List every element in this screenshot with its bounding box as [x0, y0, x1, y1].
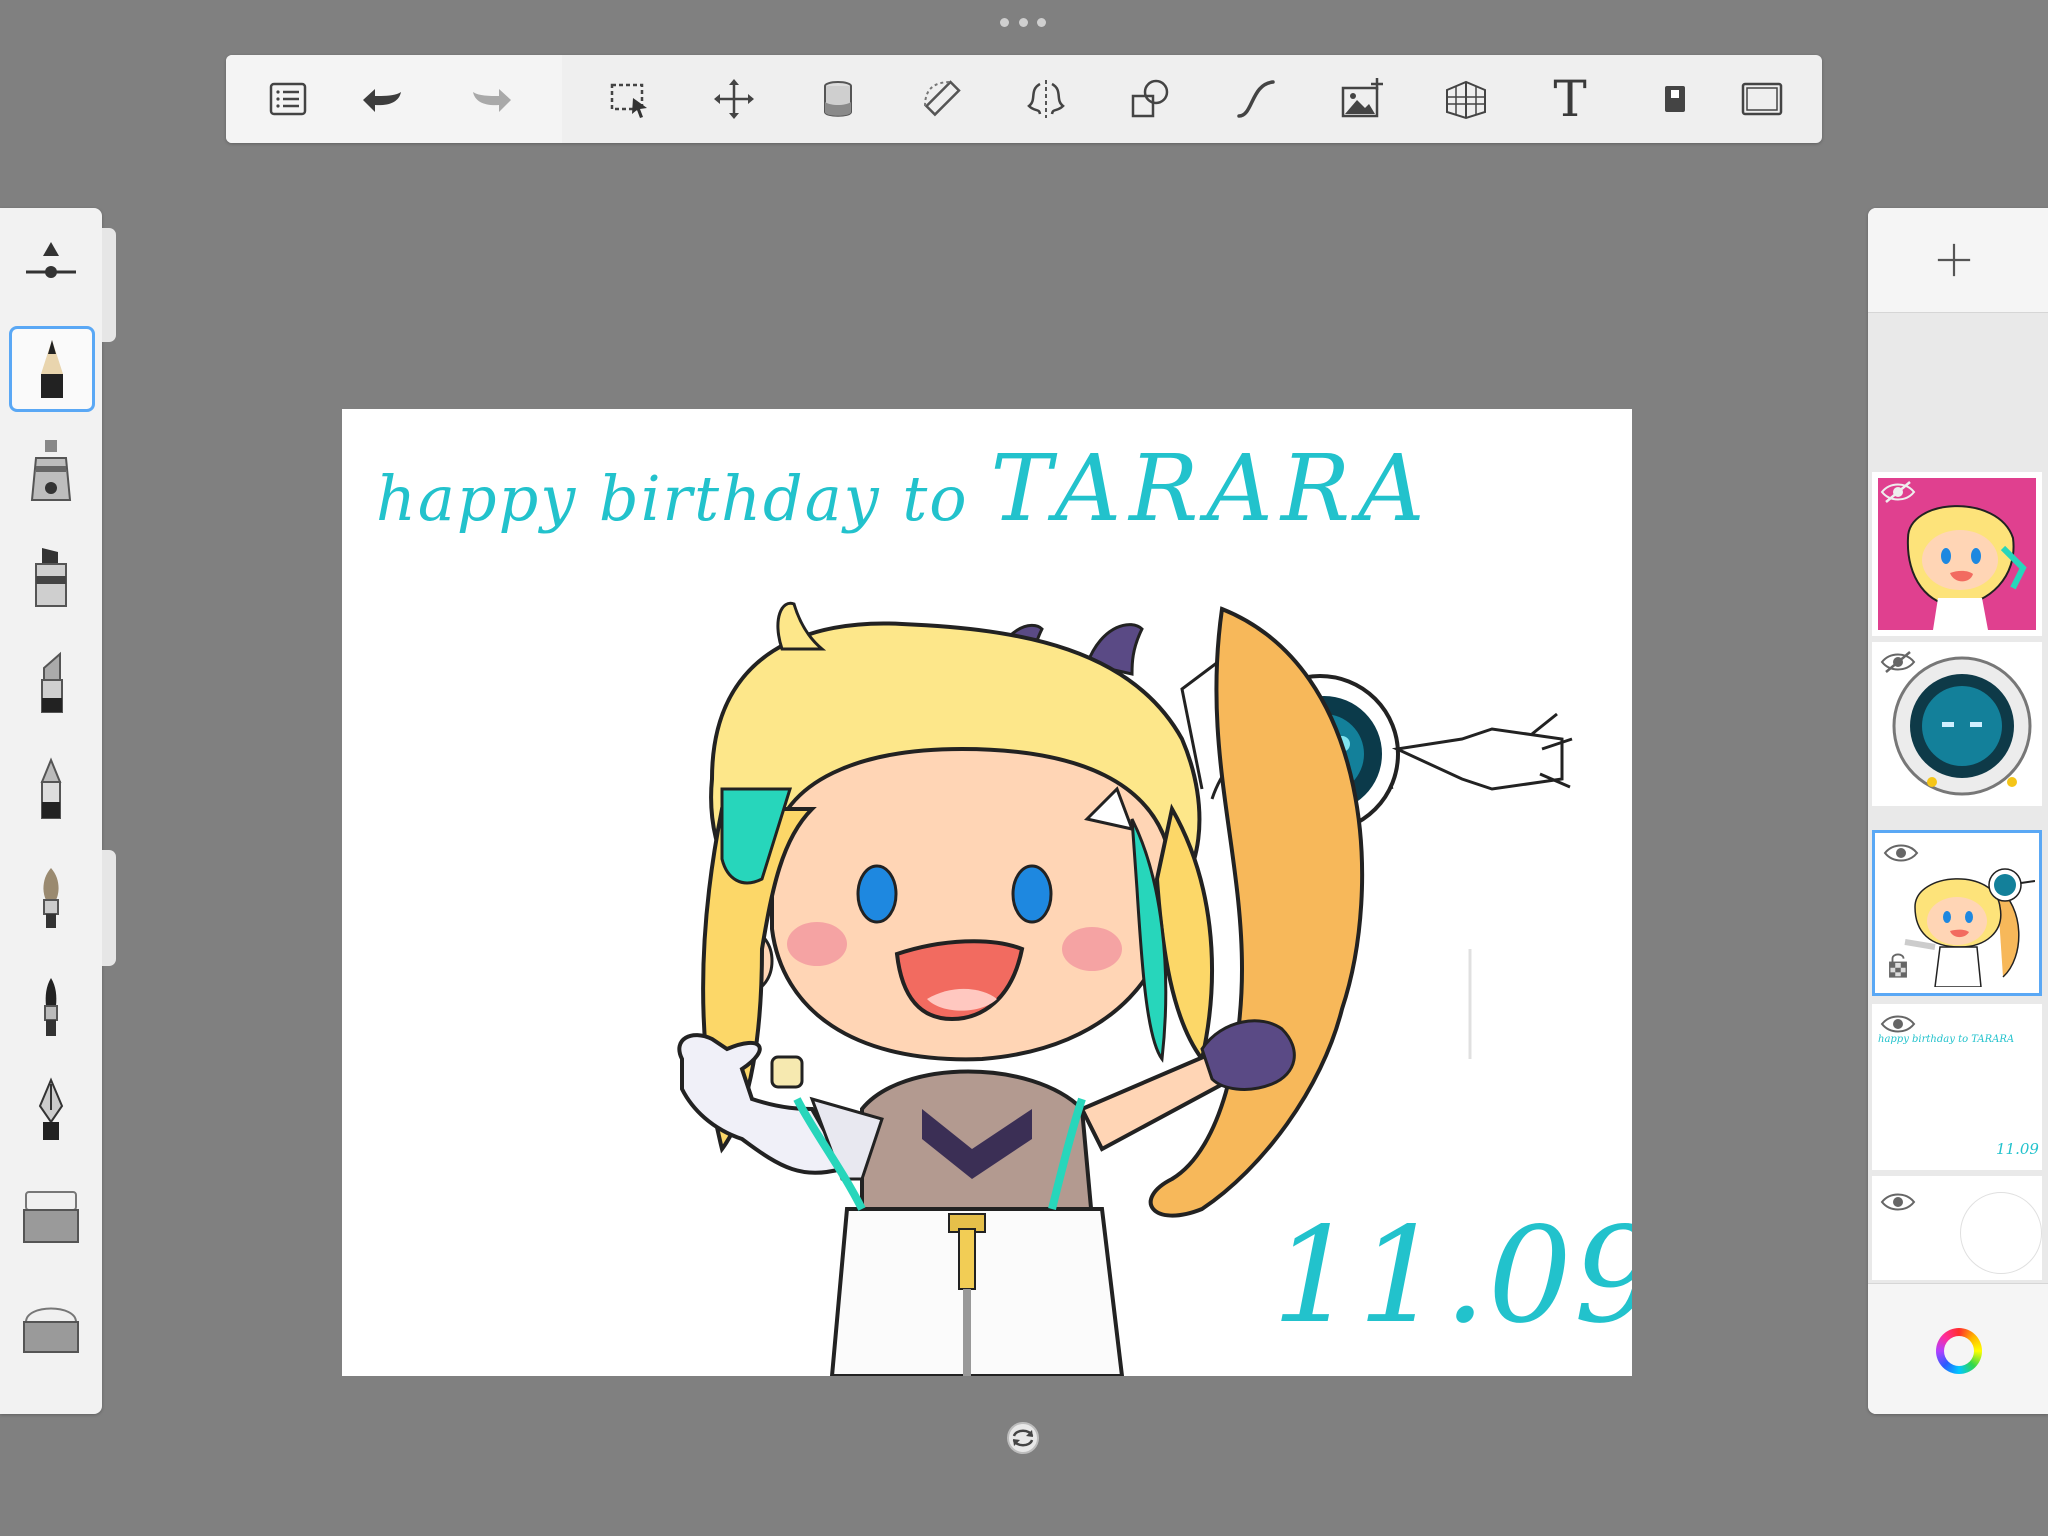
- layer-lock-icon[interactable]: [1887, 951, 1909, 979]
- top-toolbar: T: [226, 55, 1822, 143]
- airbrush-brush[interactable]: [8, 428, 94, 514]
- fill-icon[interactable]: [810, 71, 866, 127]
- plus-icon: [1937, 243, 1971, 277]
- chisel-marker-brush[interactable]: [8, 642, 94, 728]
- layer-visible-icon[interactable]: [1883, 841, 1919, 865]
- selection-icon[interactable]: [602, 71, 658, 127]
- flipbook-icon[interactable]: [1646, 71, 1702, 127]
- layer-visible-icon[interactable]: [1880, 1190, 1916, 1214]
- shapes-icon[interactable]: [1122, 71, 1178, 127]
- layers-list-icon[interactable]: [260, 71, 316, 127]
- name-text: TARARA: [990, 435, 1433, 542]
- symmetry-icon[interactable]: [1018, 71, 1074, 127]
- brush-library-panel: [0, 208, 102, 1414]
- add-layer-button[interactable]: [1924, 230, 1984, 290]
- redo-icon[interactable]: [464, 71, 520, 127]
- layers-panel-footer: [1868, 1283, 2048, 1414]
- layer-thumbnail-4[interactable]: happy birthday to TARARA 11.09: [1872, 1004, 2042, 1170]
- fountain-pen-brush[interactable]: [8, 1068, 94, 1154]
- paper-color-swatch[interactable]: [1960, 1192, 2042, 1274]
- greeting-text: happy birthday to TARARA: [376, 435, 1433, 542]
- layer-hidden-icon[interactable]: [1880, 480, 1916, 504]
- layer-thumbnail-3-selected[interactable]: [1872, 830, 2042, 996]
- more-options-handle[interactable]: [1000, 18, 1046, 30]
- text-icon[interactable]: T: [1542, 71, 1598, 127]
- soft-eraser-brush[interactable]: [8, 1174, 94, 1260]
- layers-panel-header: [1868, 208, 2048, 313]
- background-layer[interactable]: [1872, 1176, 2042, 1280]
- date-text: 11.09: [1272, 1199, 1632, 1353]
- hard-eraser-brush[interactable]: [8, 1284, 94, 1370]
- drawing-canvas[interactable]: happy birthday to TARARA 11.09: [342, 409, 1632, 1376]
- layer-hidden-icon[interactable]: [1880, 650, 1916, 674]
- brush-panel-handle-bottom[interactable]: [102, 850, 116, 966]
- layer-thumbnail-1[interactable]: [1872, 472, 2042, 636]
- brush-panel-handle-top[interactable]: [102, 228, 116, 342]
- layer-thumbnail-2[interactable]: [1872, 642, 2042, 806]
- color-wheel-icon[interactable]: [1936, 1328, 1982, 1374]
- marker-brush[interactable]: [8, 534, 94, 620]
- layers-panel: happy birthday to TARARA 11.09: [1868, 208, 2048, 1414]
- pencil-brush[interactable]: [9, 326, 95, 412]
- brush-properties-icon[interactable]: [8, 220, 94, 306]
- transform-icon[interactable]: [706, 71, 762, 127]
- paint-brush[interactable]: [8, 856, 94, 942]
- fullscreen-icon[interactable]: [1734, 71, 1790, 127]
- ballpoint-pen-brush[interactable]: [8, 748, 94, 834]
- ink-brush[interactable]: [8, 964, 94, 1050]
- canvas-reset-icon[interactable]: [1005, 1420, 1041, 1456]
- layer-visible-icon[interactable]: [1880, 1012, 1916, 1036]
- ruler-icon[interactable]: [914, 71, 970, 127]
- add-image-icon[interactable]: [1334, 71, 1390, 127]
- perspective-icon[interactable]: [1438, 71, 1494, 127]
- curve-icon[interactable]: [1228, 71, 1284, 127]
- undo-icon[interactable]: [354, 71, 410, 127]
